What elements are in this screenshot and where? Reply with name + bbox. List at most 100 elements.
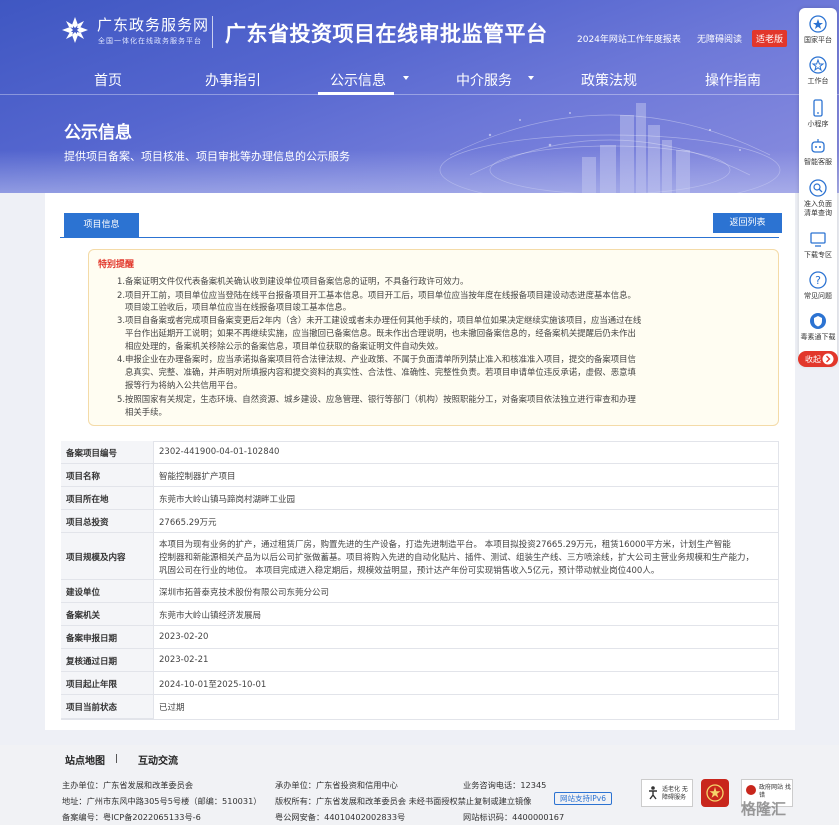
nav-item-public-info[interactable]: 公示信息 <box>330 70 386 90</box>
row-label: 备案申报日期 <box>66 634 118 644</box>
arrow-right-icon <box>822 353 834 365</box>
chevron-down-icon[interactable] <box>403 76 409 80</box>
star-icon <box>809 56 827 74</box>
footer-site-code: 网站标识码：4400000167 <box>463 812 565 822</box>
interaction-link[interactable]: 互动交流 <box>138 756 178 767</box>
elder-accessibility-badge[interactable]: 适老化 无障碍服务 <box>641 779 693 807</box>
footer-address: 地址：广州市东风中路305号5号楼（邮编：510031） <box>62 796 262 806</box>
row-value: 巩固公司在行业的地位。 本项目完成进入稳定期后，规模效益明显，预计达产年份可实现… <box>159 566 660 576</box>
row-value: 2023-02-21 <box>159 655 209 665</box>
row-value: 控制器和新能源相关产品为以后公司扩张做蓄基。项目将购入先进的自动化贴片、插件、测… <box>159 553 755 563</box>
logo-divider <box>212 16 213 48</box>
portal-name[interactable]: 广东政务服务网 <box>97 14 209 35</box>
sidebar-item-label: 智能客服 <box>804 158 832 166</box>
nav-item-guide[interactable]: 办事指引 <box>205 70 261 90</box>
row-value: 2023-02-20 <box>159 632 209 642</box>
nav-divider <box>0 94 839 95</box>
portal-logo-icon[interactable] <box>60 15 90 45</box>
nav-item-policy[interactable]: 政策法规 <box>581 70 637 90</box>
collapse-toolbar-button[interactable]: 收起 <box>798 351 838 367</box>
notice-line: 4.申报企业在办理备案时，应当承诺拟备案项目符合法律法规、产业政策、不属于负面清… <box>117 354 636 364</box>
accessibility-icon <box>649 786 657 800</box>
question-icon: ? <box>809 271 827 289</box>
notice-line: 5.按照国家有关规定，生态环境、自然资源、城乡建设、应急管理、银行等部门（机构）… <box>117 394 636 404</box>
footer-icp[interactable]: 备案编号：粤ICP备2022065133号-6 <box>62 811 201 823</box>
row-label: 项目所在地 <box>66 495 109 505</box>
monitor-icon <box>810 232 826 247</box>
robot-icon <box>811 139 825 153</box>
sidebar-item-national-platform[interactable]: 国家平台 <box>799 14 837 45</box>
annual-report-link[interactable]: 2024年网站工作年度报表 <box>577 32 681 45</box>
accessibility-link[interactable]: 无障碍阅读 <box>697 32 742 45</box>
sidebar-item-label: 准入负面清单查询 <box>804 200 832 217</box>
row-label: 建设单位 <box>66 588 101 598</box>
sidebar-item-label: 工作台 <box>807 77 829 85</box>
shield-icon <box>810 313 826 329</box>
notice-line: 息真实、完整、准确，并声明对所填报内容和提交资料的真实性、合法性、准确性、完整性… <box>125 367 636 377</box>
row-value: 东莞市大岭山镇经济发展局 <box>159 611 262 621</box>
tab-project-info[interactable]: 项目信息 <box>64 213 139 237</box>
notice-line: 相应处理的，备案机关移除公示的备案信息，项目单位获取的备案证明文件自动失效。 <box>125 341 444 351</box>
sidebar-item-label: 国家平台 <box>804 36 832 44</box>
sidebar-item-label: 下载专区 <box>804 251 832 259</box>
badge-a-label: 适老化 无障碍服务 <box>662 786 688 801</box>
sitemap-link[interactable]: 站点地图 <box>65 756 105 767</box>
sidebar-item-smart-service[interactable]: 智能客服 <box>799 136 837 167</box>
row-value: 2302-441900-04-01-102840 <box>159 447 280 457</box>
sidebar-item-negative-list[interactable]: 准入负面清单查询 <box>799 178 837 218</box>
tab-underline <box>60 237 779 238</box>
nav-item-manual[interactable]: 操作指南 <box>705 70 761 90</box>
page-title: 公示信息 <box>64 123 132 143</box>
sidebar-item-mini-program[interactable]: 小程序 <box>799 98 837 129</box>
floating-toolbar: 国家平台 工作台 小程序 智能客服 准入负面清单查询 下载专区 ? 常见问题 毒… <box>799 8 837 366</box>
search-list-icon <box>809 179 827 197</box>
row-value: 深圳市拓普泰克技术股份有限公司东莞分公司 <box>159 588 330 598</box>
footer-copyright: 版权所有：广东省发展和改革委员会 未经书面授权禁止复制或建立镜像 <box>275 796 532 806</box>
row-value: 东莞市大岭山镇马蹄岗村湖畔工业园 <box>159 495 296 505</box>
notice-line: 项目竣工验收后，项目单位应当在线报备项目竣工基本信息。 <box>125 302 352 312</box>
sidebar-item-label: 毒素通下载 <box>800 333 836 341</box>
back-to-list-button[interactable]: 返回列表 <box>713 213 782 233</box>
sidebar-item-faq[interactable]: ? 常见问题 <box>799 270 837 301</box>
row-value: 27665.29万元 <box>159 518 217 528</box>
elder-mode-button[interactable]: 适老版 <box>752 30 788 47</box>
page-subtitle: 提供项目备案、项目核准、项目审批等办理信息的公示服务 <box>64 150 350 163</box>
ipv6-badge: 网站支持IPv6 <box>554 792 612 805</box>
row-value: 已过期 <box>159 703 185 713</box>
sidebar-item-label: 小程序 <box>807 120 829 128</box>
party-government-badge[interactable] <box>701 779 729 807</box>
row-value: 本项目为现有业务的扩产，通过租赁厂房，购置先进的生产设备，打造先进制造平台。 本… <box>159 540 731 550</box>
footer-police-record[interactable]: 粤公网安备：44010402002833号 <box>275 811 405 823</box>
government-seal-icon <box>706 784 724 802</box>
footer-link-separator: | <box>115 754 119 764</box>
main-nav: 首页 办事指引 公示信息 中介服务 政策法规 操作指南 <box>0 65 839 95</box>
sidebar-item-label: 常见问题 <box>804 292 832 300</box>
national-emblem-icon <box>809 15 827 33</box>
row-label: 项目总投资 <box>66 518 109 528</box>
row-label: 项目名称 <box>66 472 101 482</box>
notice-line: 报等行为将纳入公共信用平台。 <box>125 380 243 390</box>
notice-line: 相关手续。 <box>125 407 167 417</box>
row-label: 项目当前状态 <box>66 703 118 713</box>
nav-item-agency[interactable]: 中介服务 <box>456 70 512 90</box>
sidebar-item-downloads[interactable]: 下载专区 <box>799 229 837 260</box>
platform-title[interactable]: 广东省投资项目在线审批监管平台 <box>225 18 548 48</box>
row-label: 复核通过日期 <box>66 657 118 667</box>
gov-site-icon <box>746 785 756 795</box>
collapse-label: 收起 <box>805 355 821 364</box>
notice-line: 3.项目自备案或者完成项目备案变更后2年内（含）未开工建设或者未办理任何其他手续… <box>117 315 642 325</box>
row-label: 备案机关 <box>66 611 101 621</box>
notice-line: 平台作出延期开工说明；如果不再继续实施，应当撤回已备案信息。既未作出合理说明，也… <box>125 328 636 338</box>
row-label: 项目规模及内容 <box>66 553 126 563</box>
sidebar-item-workbench[interactable]: 工作台 <box>799 55 837 86</box>
mobile-phone-icon <box>813 99 823 117</box>
chevron-down-icon[interactable] <box>528 76 534 80</box>
row-label: 项目起止年限 <box>66 680 118 690</box>
notice-line: 2.项目开工前，项目单位应当登陆在线平台报备项目开工基本信息。项目开工后，项目单… <box>117 290 636 300</box>
footer-phone: 业务咨询电话：12345 <box>463 780 547 790</box>
row-label: 备案项目编号 <box>66 449 118 459</box>
sidebar-item-antivirus-download[interactable]: 毒素通下载 <box>799 311 837 342</box>
nav-item-home[interactable]: 首页 <box>94 70 122 90</box>
svg-text:?: ? <box>815 274 821 287</box>
footer-links: 站点地图 互动交流 <box>65 752 178 767</box>
